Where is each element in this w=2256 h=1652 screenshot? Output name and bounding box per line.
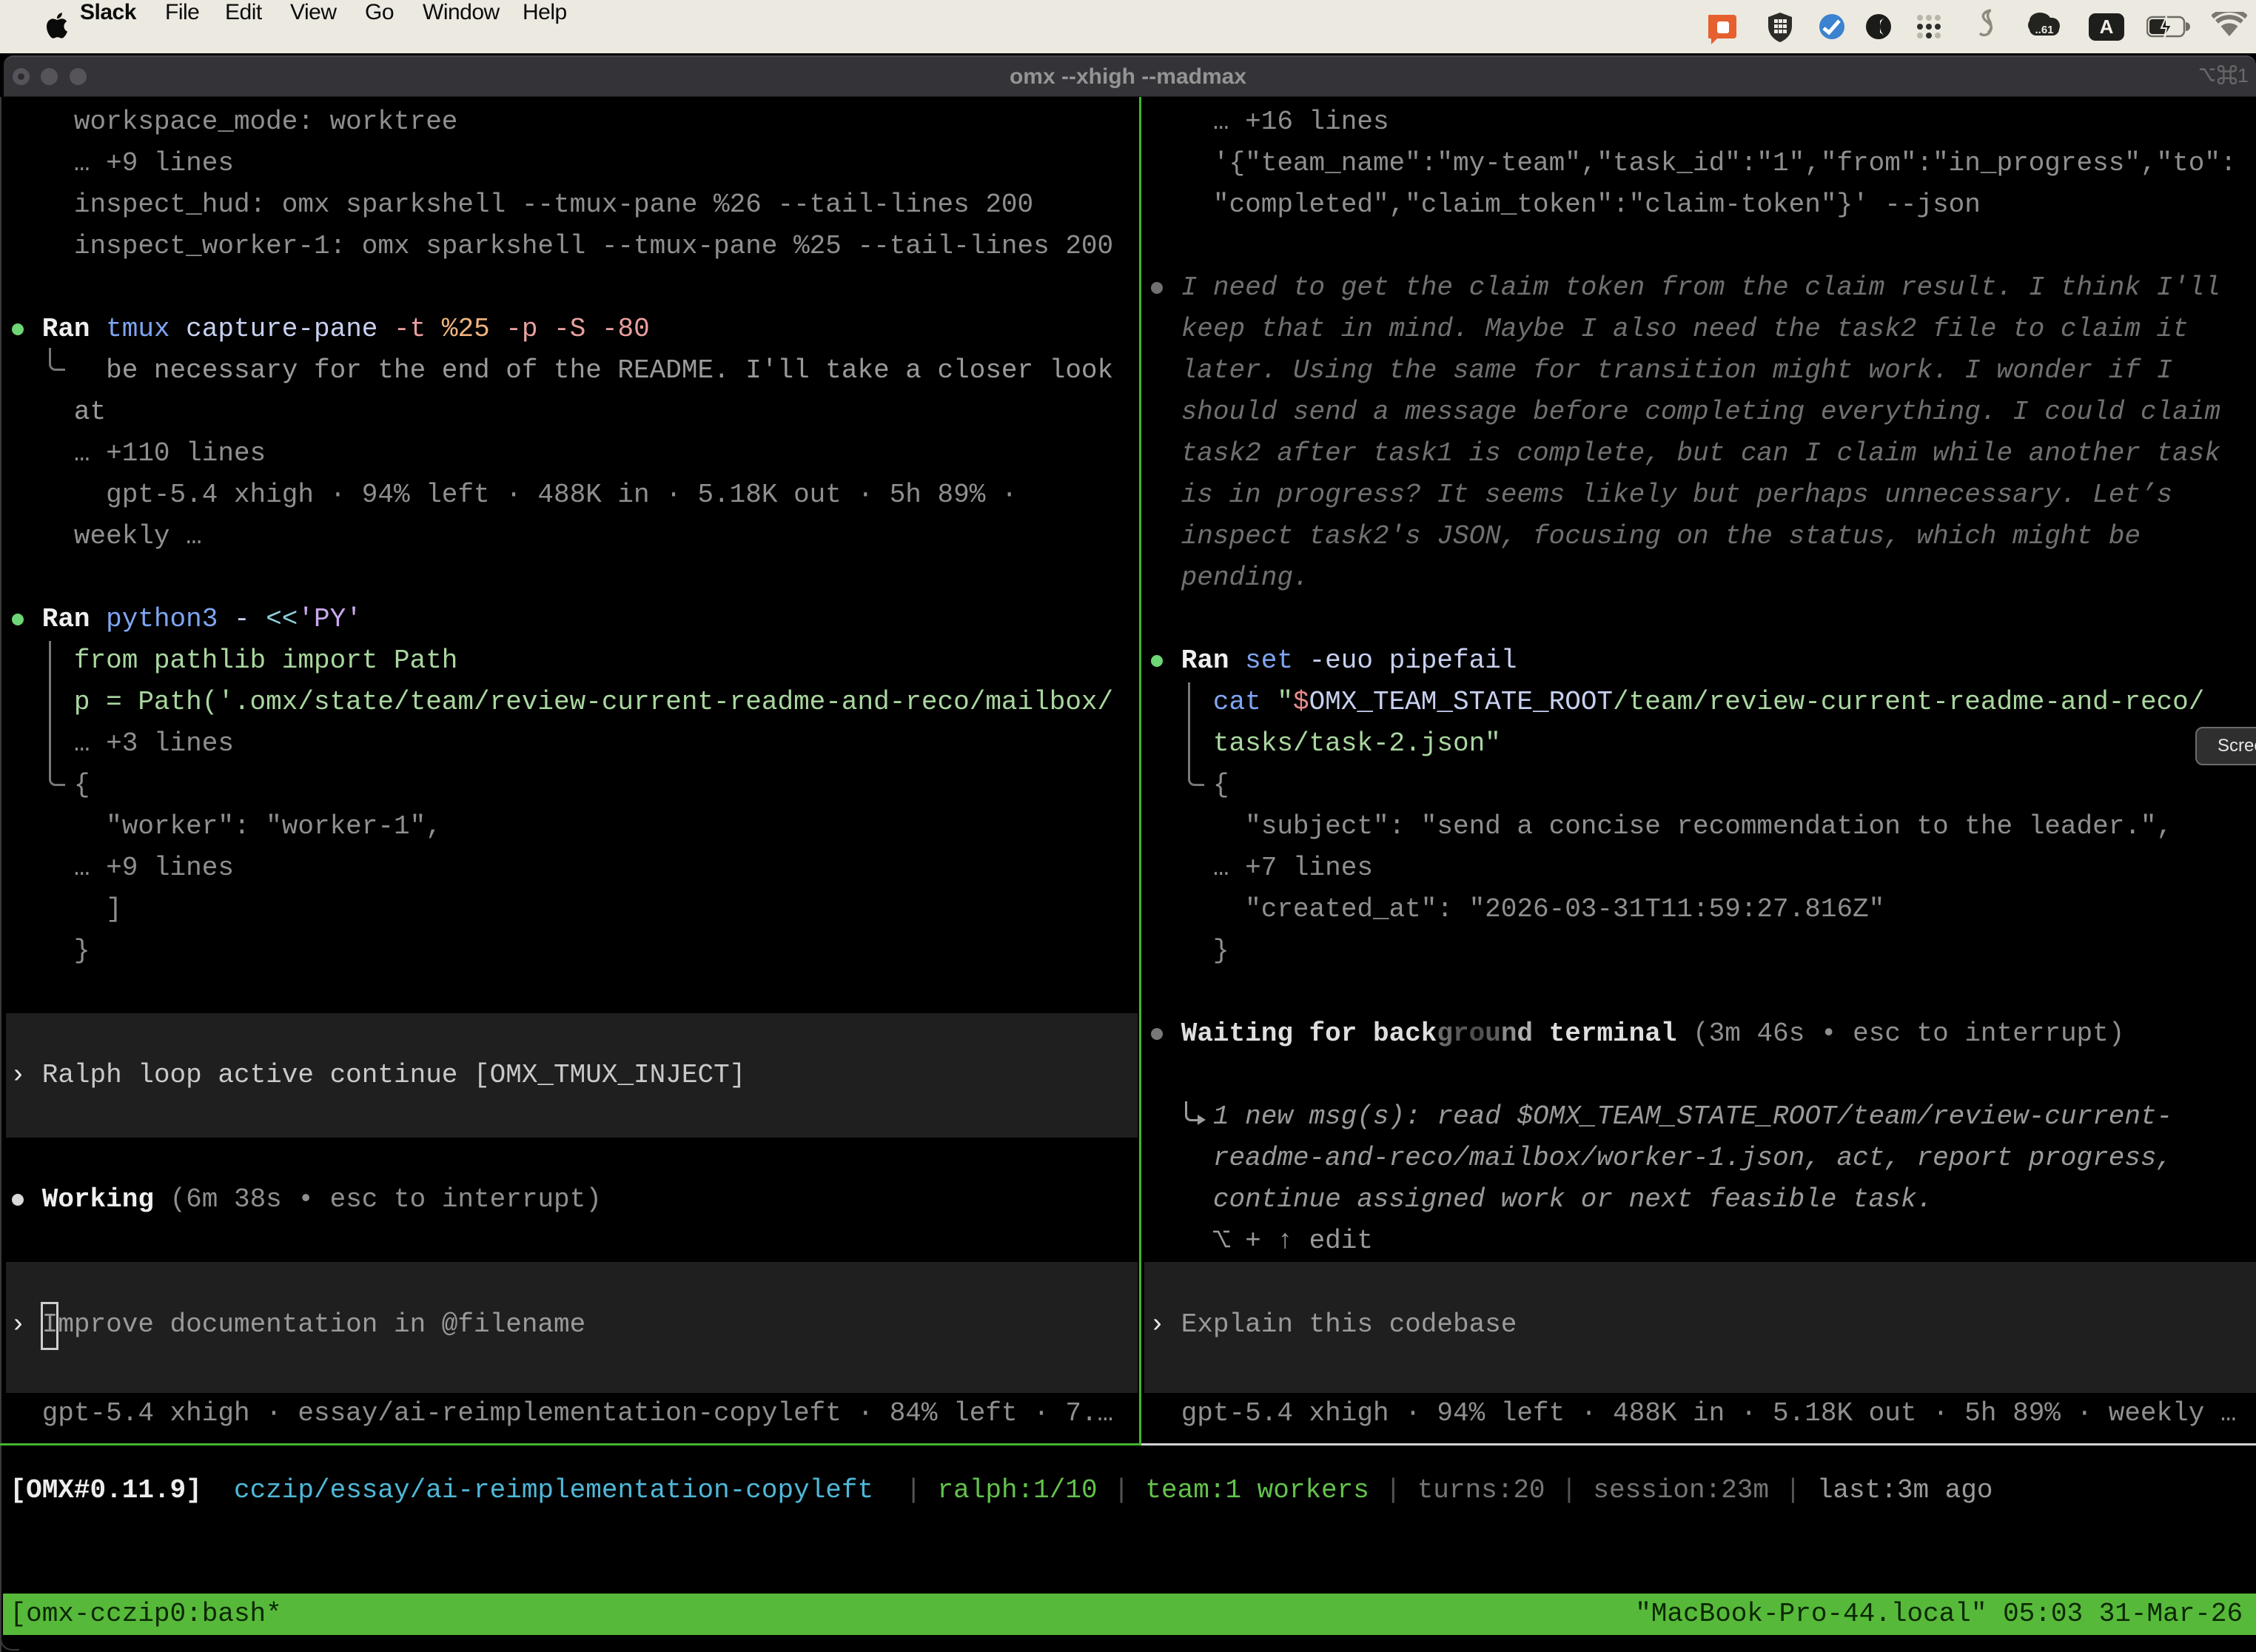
svg-text:..61: ..61 xyxy=(2035,24,2053,36)
